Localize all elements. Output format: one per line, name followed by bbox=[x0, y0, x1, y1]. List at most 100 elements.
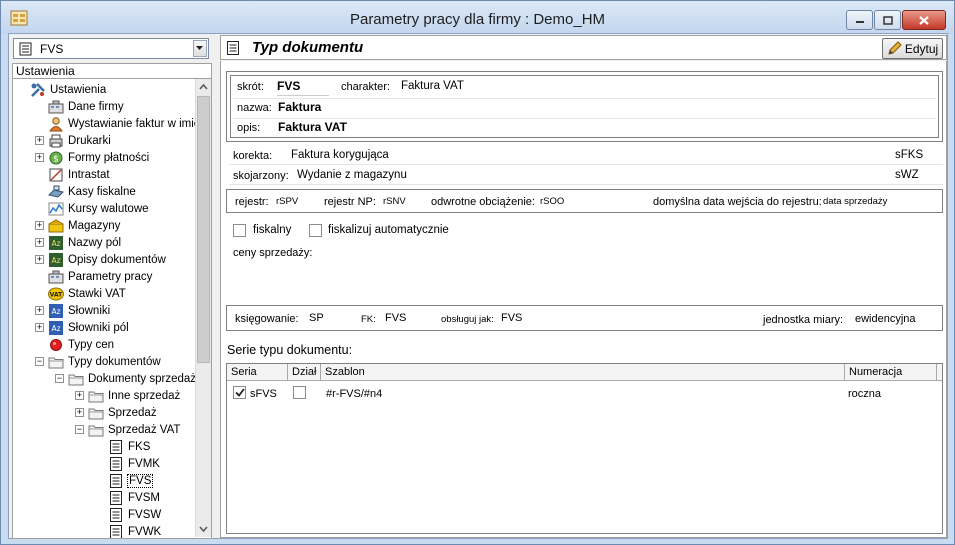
collapse-icon[interactable]: − bbox=[35, 357, 44, 366]
collapse-icon[interactable]: − bbox=[75, 425, 84, 434]
fk-value[interactable]: FVS bbox=[385, 312, 406, 324]
window-title: Parametry pracy dla firmy : Demo_HM bbox=[349, 11, 606, 28]
doc-icon bbox=[110, 507, 122, 522]
tree-item[interactable]: Intrastat bbox=[35, 166, 111, 183]
title-bar[interactable]: Parametry pracy dla firmy : Demo_HM bbox=[1, 1, 954, 34]
printer-icon bbox=[49, 134, 63, 147]
fiskalny-checkbox[interactable] bbox=[233, 224, 246, 237]
close-button[interactable] bbox=[902, 10, 946, 30]
tree-item[interactable]: Typy cen bbox=[35, 336, 115, 353]
scroll-thumb[interactable] bbox=[197, 96, 210, 363]
tree-item[interactable]: + Drukarki bbox=[35, 132, 112, 149]
tree-item[interactable]: − Typy dokumentów bbox=[35, 353, 162, 370]
obsluguj-value[interactable]: FVS bbox=[501, 312, 522, 324]
tree-item-label: Kursy walutowe bbox=[68, 202, 149, 215]
tree-item[interactable]: FVMK bbox=[95, 455, 161, 472]
doc-icon bbox=[110, 439, 122, 454]
series-grid[interactable]: Seria Dział Szablon Numeracja sFVS #r-FV… bbox=[226, 363, 943, 534]
settings-tree[interactable]: Ustawienia Dane firmy Wystawianie faktur w… bbox=[12, 79, 212, 539]
maximize-button[interactable] bbox=[874, 10, 901, 30]
nazwa-value[interactable]: Faktura bbox=[278, 100, 321, 114]
svg-text:$: $ bbox=[53, 154, 59, 164]
tree-item[interactable]: Ustawienia bbox=[17, 81, 107, 98]
tree-item[interactable]: + Az Nazwy pól bbox=[35, 234, 122, 251]
tree-item[interactable]: Kursy walutowe bbox=[35, 200, 150, 217]
expand-icon[interactable]: + bbox=[35, 323, 44, 332]
fiskalizuj-checkbox[interactable] bbox=[309, 224, 322, 237]
dzial-checkbox[interactable] bbox=[293, 386, 306, 399]
tree-item[interactable]: + Sprzedaż bbox=[75, 404, 158, 421]
minimize-button[interactable] bbox=[846, 10, 873, 30]
tree-item[interactable]: FVSW bbox=[95, 506, 162, 523]
tree-item[interactable]: + Az Słowniki pól bbox=[35, 319, 130, 336]
tree-item[interactable]: FVSM bbox=[95, 489, 161, 506]
expand-icon[interactable]: + bbox=[35, 153, 44, 162]
tree-item-label: Wystawianie faktur w imieniu bbox=[68, 117, 212, 130]
tree-item[interactable]: − Dokumenty sprzedaży bbox=[55, 370, 203, 387]
scroll-down-button[interactable] bbox=[196, 521, 211, 537]
tree-scrollbar[interactable] bbox=[195, 79, 211, 537]
folder-icon bbox=[48, 357, 64, 368]
company-icon bbox=[48, 270, 64, 283]
column-header-numeracja[interactable]: Numeracja bbox=[845, 364, 937, 381]
seria-checkbox[interactable] bbox=[233, 386, 246, 399]
expand-icon[interactable]: + bbox=[35, 136, 44, 145]
korekta-label: korekta: bbox=[233, 150, 273, 162]
doc-icon bbox=[110, 524, 122, 538]
expand-icon[interactable]: + bbox=[75, 391, 84, 400]
folder-icon bbox=[88, 408, 104, 419]
charakter-value[interactable]: Faktura VAT bbox=[401, 80, 464, 92]
tree-item-label: Ustawienia bbox=[50, 83, 107, 96]
column-header-seria[interactable]: Seria bbox=[227, 364, 288, 381]
folder-icon bbox=[68, 374, 84, 385]
rejestr-np-value[interactable]: rSNV bbox=[383, 196, 406, 207]
tree-item[interactable]: + Az Opisy dokumentów bbox=[35, 251, 167, 268]
domyslna-value[interactable]: data sprzedaży bbox=[823, 196, 887, 207]
tree-item[interactable]: + Magazyny bbox=[35, 217, 121, 234]
az-icon: Az bbox=[49, 252, 63, 267]
combo-dropdown-button[interactable] bbox=[193, 40, 207, 57]
tree-item-label: FVSW bbox=[128, 508, 162, 521]
skojarzony-value[interactable]: Wydanie z magazynu bbox=[297, 169, 407, 181]
edit-button[interactable]: Edytuj bbox=[882, 38, 943, 59]
tree-item[interactable]: + Az Słowniki bbox=[35, 302, 111, 319]
expand-icon[interactable]: + bbox=[35, 255, 44, 264]
vat-icon: VAT bbox=[48, 287, 64, 300]
tree-item[interactable]: FVS bbox=[95, 472, 154, 489]
ksiegowanie-value[interactable]: SP bbox=[309, 312, 324, 324]
expand-icon[interactable]: + bbox=[35, 238, 44, 247]
doc-icon bbox=[110, 456, 122, 471]
tree-item[interactable]: Kasy fiskalne bbox=[35, 183, 137, 200]
rejestr-value[interactable]: rSPV bbox=[276, 196, 298, 207]
tree-item[interactable]: − Sprzedaż VAT bbox=[75, 421, 181, 438]
nazwa-label: nazwa: bbox=[237, 102, 272, 114]
jednostka-label: jednostka miary: bbox=[763, 314, 844, 326]
separator bbox=[233, 118, 936, 119]
client-area: FVS Ustawienia Ustawienia Dane firmy Wysta… bbox=[8, 33, 948, 539]
skrot-value[interactable]: FVS bbox=[277, 79, 329, 96]
tree-item[interactable]: Wystawianie faktur w imieniu bbox=[35, 115, 212, 132]
tree-item[interactable]: + Inne sprzedaż bbox=[75, 387, 181, 404]
dictionary-icon: Az bbox=[49, 320, 63, 335]
skojarzony-code: sWZ bbox=[895, 169, 919, 181]
collapse-icon[interactable]: − bbox=[55, 374, 64, 383]
document-type-combo[interactable]: FVS bbox=[13, 38, 209, 59]
expand-icon[interactable]: + bbox=[75, 408, 84, 417]
odwrotne-value[interactable]: rSOO bbox=[540, 196, 564, 207]
tree-item[interactable]: VAT Stawki VAT bbox=[35, 285, 127, 302]
odwrotne-label: odwrotne obciążenie: bbox=[431, 196, 535, 208]
column-header-dzial[interactable]: Dział bbox=[288, 364, 321, 381]
opis-value[interactable]: Faktura VAT bbox=[278, 120, 347, 134]
jednostka-value[interactable]: ewidencyjna bbox=[855, 313, 916, 325]
tree-item[interactable]: + $ Formy płatności bbox=[35, 149, 150, 166]
expand-icon[interactable]: + bbox=[35, 306, 44, 315]
person-icon bbox=[49, 116, 63, 131]
tree-item[interactable]: Dane firmy bbox=[35, 98, 125, 115]
scroll-up-button[interactable] bbox=[196, 79, 211, 95]
korekta-value[interactable]: Faktura korygująca bbox=[291, 149, 389, 161]
expand-icon[interactable]: + bbox=[35, 221, 44, 230]
tree-item[interactable]: Parametry pracy bbox=[35, 268, 153, 285]
column-header-szablon[interactable]: Szablon bbox=[321, 364, 845, 381]
tree-item[interactable]: FVWK bbox=[95, 523, 162, 538]
tree-item[interactable]: FKS bbox=[95, 438, 151, 455]
